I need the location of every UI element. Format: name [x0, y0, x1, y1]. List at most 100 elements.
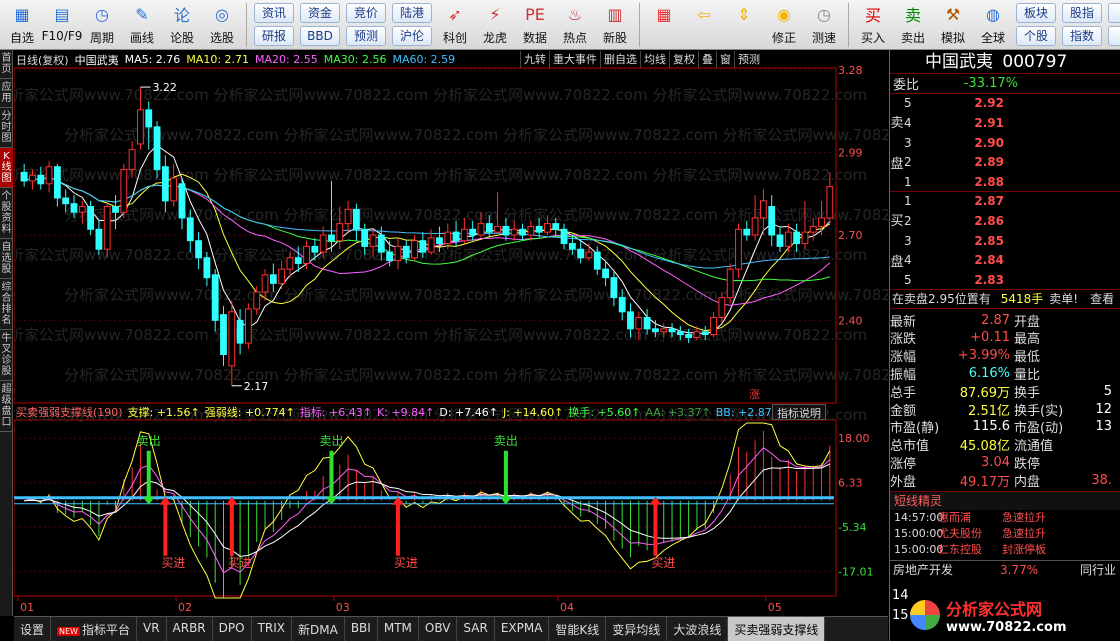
indicator-tab-12[interactable]: 智能K线 [549, 617, 607, 641]
toolbar-pill-button[interactable]: 竞价 [346, 3, 386, 23]
toolbar-pill-button[interactable]: A [1108, 26, 1120, 46]
chart-tool-1[interactable]: 重大事件 [549, 51, 600, 68]
book-level[interactable]: 1 2.88 [904, 172, 1120, 192]
book-level[interactable]: 4 2.91 [904, 113, 1120, 133]
buy-signal-label: 买进 [161, 556, 185, 570]
watermark-text: 分析家公式网www.70822.com 分析家公式网www.70822.com … [64, 126, 888, 144]
toolbar-pill-button[interactable]: 研报 [254, 26, 294, 46]
toolbar-fix-button[interactable]: ◉ 修正 [764, 0, 804, 48]
toolbar-buy-button[interactable]: 买买入 [853, 0, 893, 48]
sprite-row[interactable]: 15:00:00 尤夫股份 急速拉升 [890, 526, 1120, 542]
indicator-tab-11[interactable]: EXPMA [495, 617, 550, 641]
side-tab-0[interactable]: 首页 [0, 50, 13, 79]
side-tab-4[interactable]: 个股资料 [0, 188, 13, 239]
sector-row[interactable]: 房地产开发 3.77% 同行业 [890, 560, 1120, 578]
kline-chart[interactable]: 分析家公式网www.70822.com 分析家公式网www.70822.com … [14, 50, 888, 616]
toolbar-pill-button[interactable]: 沪伦 [392, 26, 432, 46]
back-arrow-icon: ⇦ [697, 4, 711, 24]
toolbar-pill-button[interactable]: 陆港 [392, 3, 432, 23]
toolbar-label: 周期 [89, 31, 114, 45]
toolbar-globe-button[interactable]: ◍ 全球 [973, 0, 1013, 48]
toolbar-sell-button[interactable]: 卖卖出 [893, 0, 933, 48]
indicator-tab-7[interactable]: BBI [345, 617, 378, 641]
side-tab-5[interactable]: 自选股 [0, 239, 13, 279]
toolbar-pill-button[interactable]: 个股 [1016, 26, 1056, 46]
toolbar-f10-button[interactable]: ▤ F10/F9 [42, 0, 83, 48]
sprite-row[interactable]: 15:00:00 仁东控股 封涨停板 [890, 542, 1120, 558]
side-tab-6[interactable]: 综合排名 [0, 279, 13, 330]
candle-body [743, 228, 751, 236]
candle-body [427, 237, 435, 253]
toolbar-pill-button[interactable]: 指数 [1062, 26, 1102, 46]
chart-tool-6[interactable]: 窗 [716, 51, 734, 68]
chart-tool-7[interactable]: 预测 [734, 51, 763, 68]
toolbar-clock2-button[interactable]: ◷ 测速 [804, 0, 844, 48]
toolbar-pill-button[interactable]: 板块 [1016, 3, 1056, 23]
indicator-tab-3[interactable]: ARBR [167, 617, 213, 641]
indicator-tab-5[interactable]: TRIX [252, 617, 293, 641]
toolbar-pill-button[interactable]: 预测 [346, 26, 386, 46]
indicator-tab-0[interactable]: 设置 [14, 617, 52, 641]
side-tab-1[interactable]: 应用 [0, 79, 13, 108]
indicator-tab-10[interactable]: SAR [457, 617, 495, 641]
note-view-link[interactable]: 查看 [1090, 290, 1114, 307]
toolbar-updown-button[interactable]: ⇕ [724, 0, 764, 48]
chart-tool-0[interactable]: 九转 [520, 51, 549, 68]
indicator-tab-15[interactable]: 买卖强弱支撑线 [728, 617, 826, 641]
book-level[interactable]: 3 2.85 [904, 231, 1120, 251]
toolbar-pill-button[interactable]: 股指 [1062, 3, 1102, 23]
toolbar-gauge-button[interactable]: ◎ 选股 [202, 0, 242, 48]
indicator-tab-2[interactable]: VR [137, 617, 167, 641]
toolbar-fire-button[interactable]: ♨ 热点 [555, 0, 595, 48]
side-tab-3[interactable]: K线图 [0, 148, 13, 188]
indicator-tab-6[interactable]: 新DMA [292, 617, 345, 641]
book-level[interactable]: 5 2.83 [904, 270, 1120, 290]
indicator-tab-label: 大波浪线 [673, 623, 722, 637]
strong-value: 强弱线: +0.774↑ [204, 406, 295, 419]
toolbar-rocket-button[interactable]: ➶ 科创 [435, 0, 475, 48]
toolbar-back-arrow-button[interactable]: ⇦ [684, 0, 724, 48]
toolbar-pencil-button[interactable]: ✎ 画线 [122, 0, 162, 48]
book-level[interactable]: 4 2.84 [904, 250, 1120, 270]
toolbar-dragon-button[interactable]: ⚡ 龙虎 [475, 0, 515, 48]
toolbar-pe-button[interactable]: PE 数据 [515, 0, 555, 48]
toolbar-lun-button[interactable]: 论论股 [162, 0, 202, 48]
period-label[interactable]: 日线(复权) [16, 52, 69, 68]
candle-body [319, 234, 327, 253]
toolbar-pill-button[interactable]: BBD [300, 26, 340, 46]
quote-v: 49.17万 [959, 474, 1010, 490]
chart-tool-4[interactable]: 复权 [669, 51, 698, 68]
book-level[interactable]: 2 2.86 [904, 211, 1120, 231]
indicator-tab-9[interactable]: OBV [419, 617, 458, 641]
toolbar-pill-button[interactable]: 资讯 [254, 3, 294, 23]
toolbar-pill-button[interactable]: 资金 [300, 3, 340, 23]
indicator-tab-4[interactable]: DPO [213, 617, 252, 641]
chart-tool-3[interactable]: 均线 [640, 51, 669, 68]
indicator-tab-8[interactable]: MTM [378, 617, 419, 641]
toolbar-color-grid-button[interactable]: ▦ [644, 0, 684, 48]
side-tab-7[interactable]: 牛叉诊股 [0, 330, 13, 381]
book-level[interactable]: 3 2.90 [904, 133, 1120, 153]
indicator-explain-button[interactable]: 指标说明 [772, 404, 826, 420]
toolbar-ipo-button[interactable]: ▥ 新股 [595, 0, 635, 48]
toolbar-hammer-button[interactable]: ⚒ 模拟 [933, 0, 973, 48]
quote-v2: 13 [1095, 419, 1112, 435]
candle-body [552, 223, 560, 230]
book-level[interactable]: 5 2.92 [904, 94, 1120, 114]
book-level[interactable]: 1 2.87 [904, 192, 1120, 212]
indicator-tab-1[interactable]: NEW 指标平台 [51, 617, 137, 641]
sprite-row[interactable]: 14:57:00 惠而浦 急速拉升 [890, 510, 1120, 526]
side-tab-2[interactable]: 分时图 [0, 108, 13, 148]
toolbar-grid-button[interactable]: ▦ 自选 [2, 0, 42, 48]
chart-tool-2[interactable]: 删自选 [600, 51, 640, 68]
chart-tool-5[interactable]: 叠 [698, 51, 716, 68]
indicator-tab-13[interactable]: 变异均线 [606, 617, 668, 641]
indicator-tab-14[interactable]: 大波浪线 [667, 617, 729, 641]
side-tab-8[interactable]: 超级盘口 [0, 381, 13, 432]
order-note[interactable]: 在卖盘2.95位置有 5418手 卖单! 查看 [890, 290, 1120, 310]
sector-tail[interactable]: 同行业 [1080, 561, 1116, 578]
book-level[interactable]: 2 2.89 [904, 152, 1120, 172]
indicator-name[interactable]: 买卖强弱支撑线(190) [16, 404, 123, 420]
toolbar-pill-button[interactable] [1108, 3, 1120, 23]
toolbar-clock-button[interactable]: ◷ 周期 [82, 0, 122, 48]
